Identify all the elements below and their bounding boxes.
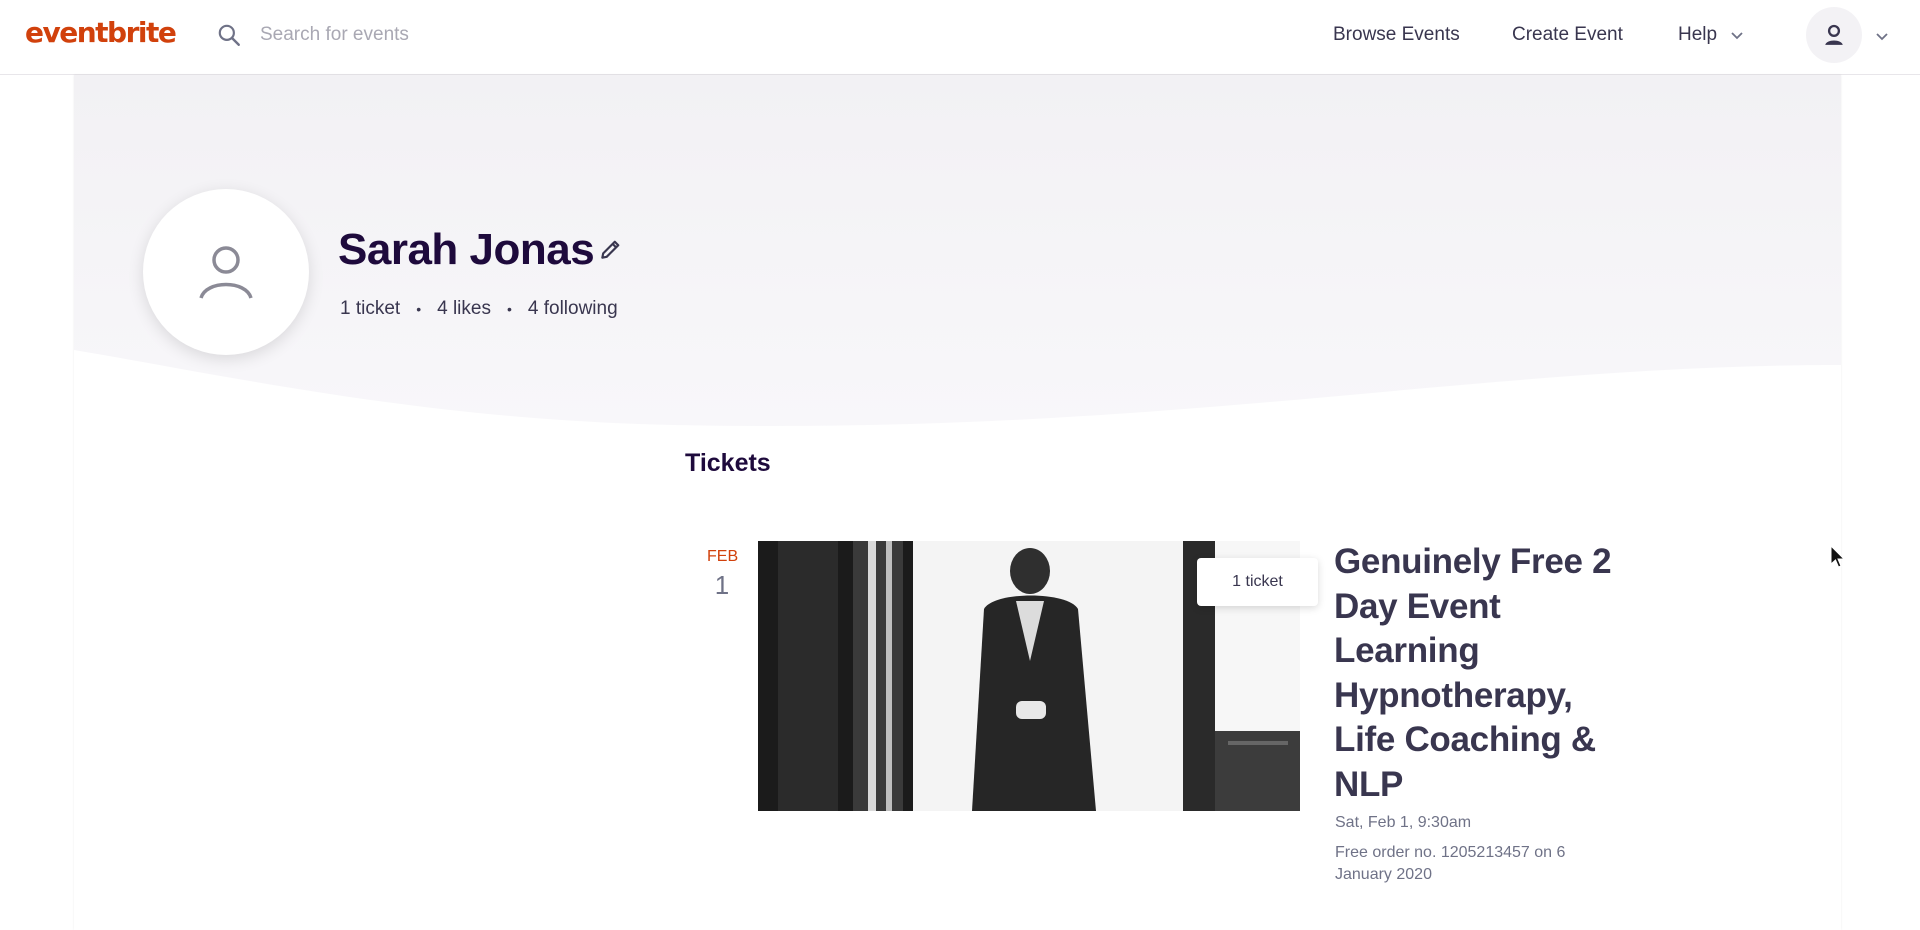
help-label: Help [1678, 24, 1718, 45]
create-event-link[interactable]: Create Event [1512, 24, 1623, 46]
chevron-down-icon [1731, 32, 1743, 40]
account-avatar-button[interactable] [1806, 7, 1862, 63]
event-date-day: 1 [714, 570, 730, 600]
separator: • [506, 301, 512, 317]
user-icon [199, 246, 253, 299]
user-icon [1825, 24, 1843, 45]
profile-stats: 1 ticket • 4 likes • 4 following [340, 298, 618, 320]
chevron-down-icon[interactable] [1874, 28, 1890, 44]
search-input[interactable] [260, 20, 680, 50]
profile-name: Sarah Jonas [338, 225, 595, 274]
ticket-count[interactable]: 1 ticket [340, 298, 400, 320]
tickets-section-title: Tickets [685, 449, 771, 477]
pencil-icon[interactable] [598, 236, 624, 262]
ticket-count-badge: 1 ticket [1197, 558, 1318, 606]
event-date-time: Sat, Feb 1, 9:30am [1335, 814, 1472, 831]
search-icon[interactable] [216, 22, 242, 48]
event-title[interactable]: Genuinely Free 2 Day Event Learning Hypn… [1334, 540, 1634, 807]
top-navigation-bar: eventbrite Browse Events Create Event He… [0, 0, 1920, 75]
following-count[interactable]: 4 following [528, 298, 618, 320]
eventbrite-logo[interactable]: eventbrite [25, 16, 177, 49]
profile-avatar[interactable] [143, 189, 309, 355]
cursor-icon [1830, 545, 1846, 568]
separator: • [416, 301, 422, 317]
likes-count[interactable]: 4 likes [437, 298, 491, 320]
order-info: Free order no. 1205213457 on 6 January 2… [1335, 844, 1566, 883]
help-menu[interactable]: Help [1678, 24, 1745, 46]
search-bar[interactable] [216, 20, 680, 50]
browse-events-link[interactable]: Browse Events [1333, 24, 1460, 46]
event-date-month: FEB [707, 548, 739, 565]
